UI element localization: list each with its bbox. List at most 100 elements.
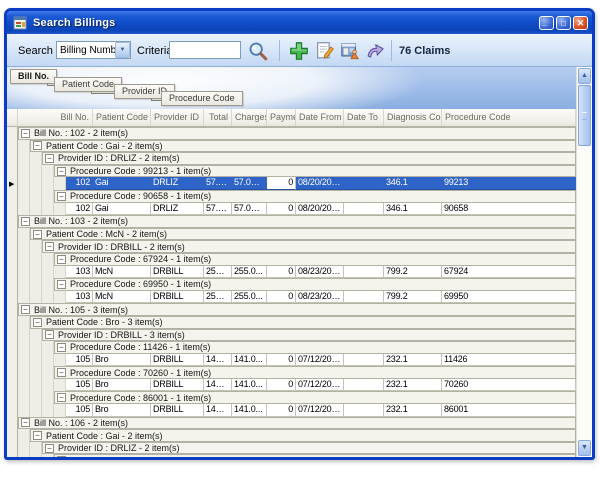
cell[interactable]: 70260 [442,379,576,392]
group-row[interactable]: − [18,454,576,457]
group-bar[interactable]: −Procedure Code : 69950 - 1 item(s) [54,278,576,291]
cell[interactable]: 07/12/2004 [296,404,344,417]
column-header-bill-no-[interactable]: Bill No. [18,109,93,126]
cell[interactable]: 08/23/2004 [296,266,344,279]
cell[interactable]: 102 [66,177,93,190]
group-field-procedure-code[interactable]: Procedure Code [161,91,243,106]
cell[interactable]: 99213 [442,177,576,190]
cell[interactable]: 141.0... [232,404,267,417]
cell[interactable]: 0 [267,404,296,417]
column-header-diagnosis-code[interactable]: Diagnosis Code [384,109,442,126]
cell[interactable]: 103 [66,266,93,279]
cell[interactable]: DRBILL [151,266,204,279]
group-row[interactable]: −Provider ID : DRLIZ - 2 item(s) [18,442,576,455]
collapse-icon[interactable]: − [21,418,30,427]
cell[interactable]: McN [93,291,151,304]
cell[interactable]: 346.1 [384,203,442,216]
group-field-patient-code[interactable]: Patient Code [54,77,122,92]
cell[interactable]: 11426 [442,354,576,367]
cell[interactable]: Bro [93,354,151,367]
cell[interactable]: 141.0... [204,404,232,417]
group-row[interactable]: −Patient Code : Gai - 2 item(s) [18,140,576,153]
criteria-input[interactable] [169,41,241,59]
group-row[interactable]: −Procedure Code : 86001 - 1 item(s) [18,391,576,404]
cell[interactable] [344,379,384,392]
add-button[interactable] [287,39,311,63]
column-header-procedure-code[interactable]: Procedure Code [442,109,576,126]
cell[interactable]: 0 [267,354,296,367]
column-header-date-from[interactable]: Date From [296,109,344,126]
collapse-icon[interactable]: − [57,167,66,176]
cell[interactable]: 07/12/2004 [296,354,344,367]
cell[interactable]: 69950 [442,291,576,304]
collapse-icon[interactable]: − [57,192,66,201]
chevron-down-icon[interactable]: ▼ [115,42,130,58]
cell[interactable]: 141.0... [232,354,267,367]
cell[interactable]: 0 [267,177,296,190]
collapse-icon[interactable]: − [57,456,66,457]
group-row[interactable]: −Procedure Code : 70260 - 1 item(s) [18,366,576,379]
cell[interactable]: 141.0... [204,379,232,392]
group-bar[interactable]: −Procedure Code : 11426 - 1 item(s) [54,341,576,354]
cell[interactable]: 102 [66,203,93,216]
group-bar[interactable]: −Procedure Code : 67924 - 1 item(s) [54,253,576,266]
scroll-down-icon[interactable]: ▼ [578,440,591,456]
group-row[interactable]: −Provider ID : DRLIZ - 2 item(s) [18,152,576,165]
close-button[interactable]: ✕ [573,16,588,30]
group-row[interactable]: −Patient Code : Bro - 3 item(s) [18,316,576,329]
cell[interactable] [344,291,384,304]
collapse-icon[interactable]: − [45,154,54,163]
search-button[interactable] [246,39,270,63]
group-row[interactable]: −Procedure Code : 99213 - 1 item(s) [18,165,576,178]
group-bar[interactable]: −Provider ID : DRBILL - 2 item(s) [42,240,576,253]
cell[interactable]: 255.0... [204,266,232,279]
cell[interactable]: 57.0000 [232,203,267,216]
cell[interactable]: 57.0000 [232,177,267,190]
maximize-button[interactable]: □ [556,16,571,30]
group-row[interactable]: −Bill No. : 102 - 2 item(s) [18,127,576,140]
group-row[interactable]: −Provider ID : DRBILL - 3 item(s) [18,329,576,342]
collapse-icon[interactable]: − [33,431,42,440]
cell[interactable]: 57.00... [204,203,232,216]
cell[interactable]: 799.2 [384,291,442,304]
cell[interactable]: Bro [93,404,151,417]
cell[interactable]: Gai [93,203,151,216]
cell[interactable]: 57.00... [204,177,232,190]
collapse-icon[interactable]: − [45,330,54,339]
column-header-date-to[interactable]: Date To [344,109,384,126]
cell[interactable] [344,354,384,367]
cell[interactable]: 90658 [442,203,576,216]
group-row[interactable]: −Procedure Code : 90658 - 1 item(s) [18,190,576,203]
group-bar[interactable]: −Provider ID : DRBILL - 3 item(s) [42,329,576,342]
cell[interactable] [344,203,384,216]
group-bar[interactable]: −Provider ID : DRLIZ - 2 item(s) [42,152,576,165]
edit-button[interactable] [313,39,337,63]
collapse-icon[interactable]: − [21,129,30,138]
group-bar[interactable]: −Patient Code : McN - 2 item(s) [30,228,576,241]
cell[interactable]: 103 [66,291,93,304]
cell[interactable]: McN [93,266,151,279]
table-row[interactable]: 102GaiDRLIZ57.00...57.0000008/20/2004346… [18,177,576,190]
cell[interactable]: 08/23/2004 [296,291,344,304]
cell[interactable]: Gai [93,177,151,190]
group-bar[interactable]: −Patient Code : Bro - 3 item(s) [30,316,576,329]
cell[interactable]: 105 [66,354,93,367]
cell[interactable]: 232.1 [384,404,442,417]
cell[interactable]: 0 [267,291,296,304]
cell[interactable]: 799.2 [384,266,442,279]
table-row[interactable]: 102GaiDRLIZ57.00...57.0000008/20/2004346… [18,203,576,216]
scroll-up-icon[interactable]: ▲ [578,68,591,84]
cell[interactable]: 141.0... [232,379,267,392]
cell[interactable]: DRBILL [151,379,204,392]
group-bar[interactable]: −Bill No. : 106 - 2 item(s) [18,417,576,430]
collapse-icon[interactable]: − [45,242,54,251]
vertical-scrollbar[interactable]: ▲ ▼ [576,67,592,457]
collapse-icon[interactable]: − [57,255,66,264]
cell[interactable]: 105 [66,379,93,392]
collapse-icon[interactable]: − [57,368,66,377]
collapse-icon[interactable]: − [57,280,66,289]
group-bar[interactable]: −Procedure Code : 99213 - 1 item(s) [54,165,576,178]
collapse-icon[interactable]: − [33,318,42,327]
collapse-icon[interactable]: − [57,343,66,352]
cell[interactable]: 346.1 [384,177,442,190]
